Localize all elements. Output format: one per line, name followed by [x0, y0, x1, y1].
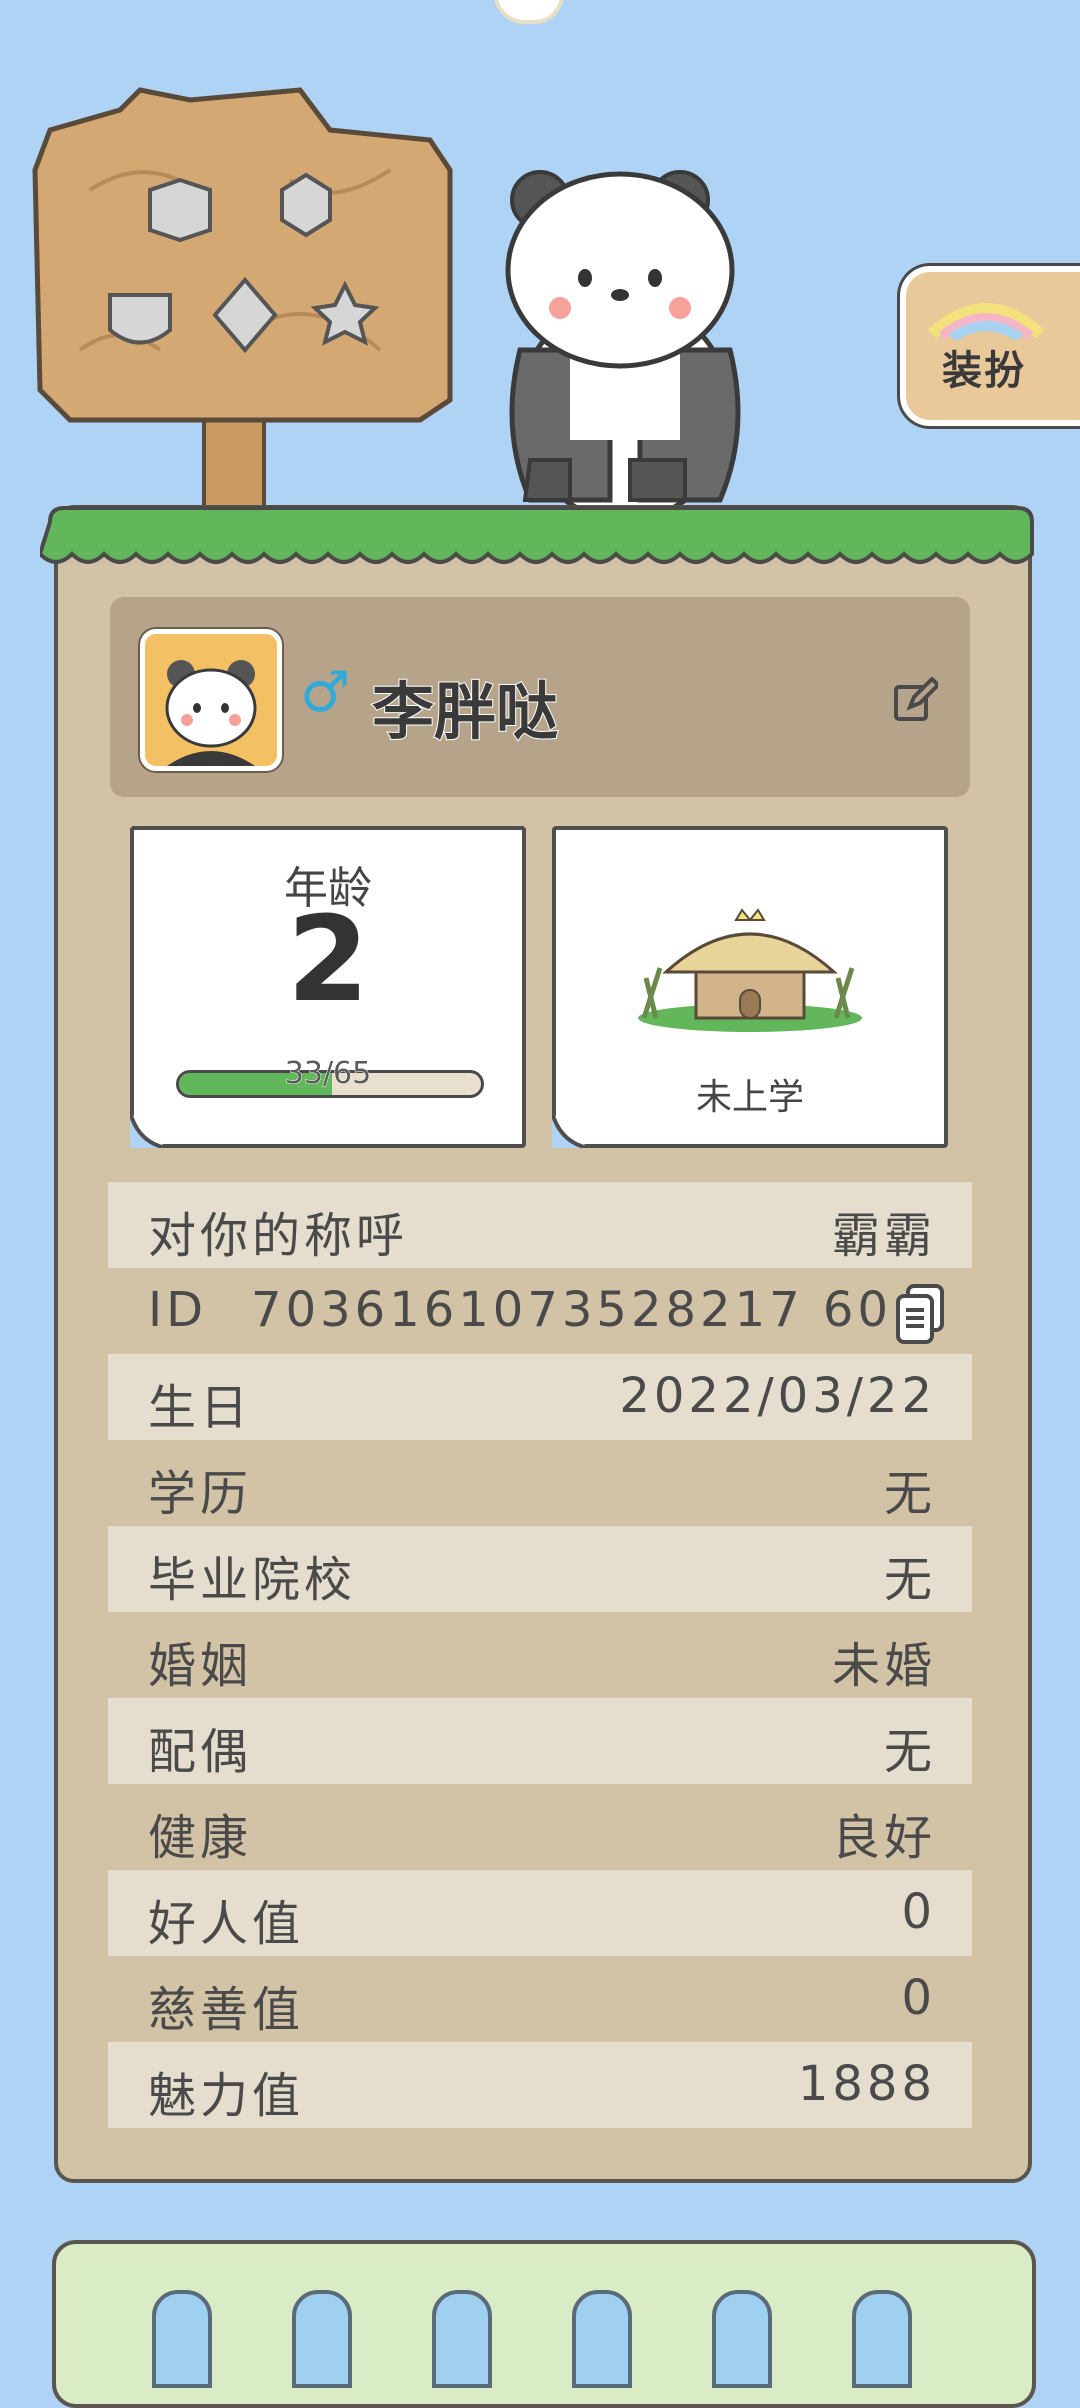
grass-strip — [40, 506, 1034, 564]
info-value: 7036161073528217 60 — [251, 1282, 892, 1338]
info-label: 婚姻 — [148, 1638, 253, 1694]
male-icon: ♂ — [300, 660, 351, 725]
top-bubble — [494, 0, 564, 24]
info-value: 无 — [883, 1724, 936, 1780]
profile-header: ♂ 李胖哒 — [110, 597, 970, 797]
bottom-panel — [52, 2240, 1036, 2408]
tube-icon — [572, 2290, 632, 2388]
info-row-health: 健康 良好 — [108, 1784, 972, 1870]
info-row-address: 对你的称呼 霸霸 — [108, 1182, 972, 1268]
info-label: 慈善值 — [148, 1982, 305, 2038]
achievement-sign[interactable] — [30, 70, 460, 510]
tube-icon — [712, 2290, 772, 2388]
dress-up-button[interactable]: 装扮 — [900, 266, 1080, 426]
badge-shield — [108, 293, 172, 345]
tube-icon — [852, 2290, 912, 2388]
info-value: 0 — [901, 1884, 936, 1940]
info-value: 良好 — [831, 1810, 936, 1866]
info-row-spouse: 配偶 无 — [108, 1698, 972, 1784]
page-curl-icon — [552, 1112, 588, 1148]
info-row-education: 学历 无 — [108, 1440, 972, 1526]
dress-up-label: 装扮 — [942, 348, 1026, 394]
info-label: 好人值 — [148, 1896, 305, 1952]
info-row-charity: 慈善值 0 — [108, 1956, 972, 2042]
tube-icon — [152, 2290, 212, 2388]
info-label: 配偶 — [148, 1724, 253, 1780]
info-value: 无 — [883, 1552, 936, 1608]
info-row-school: 毕业院校 无 — [108, 1526, 972, 1612]
info-label: 毕业院校 — [148, 1552, 357, 1608]
info-label: 对你的称呼 — [148, 1208, 409, 1264]
badge-gear — [280, 172, 332, 238]
info-value: 无 — [883, 1466, 936, 1522]
school-card[interactable]: 未上学 — [552, 826, 948, 1148]
info-row-marriage: 婚姻 未婚 — [108, 1612, 972, 1698]
tube-icon — [292, 2290, 352, 2388]
rainbow-icon — [927, 303, 1045, 340]
age-value: 2 — [286, 890, 370, 1028]
panda-character[interactable] — [480, 160, 770, 540]
info-row-charm: 魅力值 1888 — [108, 2042, 972, 2128]
info-value[interactable]: 霸霸 — [832, 1196, 936, 1266]
tube-icon — [432, 2290, 492, 2388]
age-progress-text: 33/65 — [284, 1056, 372, 1092]
info-row-birthday: 生日 2022/03/22 — [108, 1354, 972, 1440]
school-status: 未上学 — [695, 1077, 804, 1118]
info-row-good-person: 好人值 0 — [108, 1870, 972, 1956]
page-curl-icon — [130, 1112, 166, 1148]
info-label: ID — [148, 1282, 208, 1338]
hut-icon — [638, 908, 862, 1032]
info-row-id: ID 7036161073528217 60 — [108, 1268, 972, 1354]
info-value: 未婚 — [831, 1638, 936, 1694]
info-label: 健康 — [148, 1810, 253, 1866]
info-label: 魅力值 — [148, 2068, 305, 2124]
badge-hexagon-1 — [148, 177, 212, 243]
info-value: 2022/03/22 — [619, 1368, 936, 1424]
avatar[interactable] — [140, 629, 282, 771]
nickname: 李胖哒 — [371, 674, 559, 749]
info-label: 生日 — [148, 1380, 253, 1436]
info-label: 学历 — [148, 1466, 253, 1522]
info-value: 0 — [901, 1970, 936, 2026]
age-card[interactable]: 年龄 2 33/65 — [130, 826, 526, 1148]
info-value: 1888 — [797, 2056, 936, 2112]
panda-avatar-icon — [165, 660, 257, 766]
edit-icon[interactable] — [892, 677, 938, 723]
copy-icon[interactable] — [894, 1284, 946, 1346]
